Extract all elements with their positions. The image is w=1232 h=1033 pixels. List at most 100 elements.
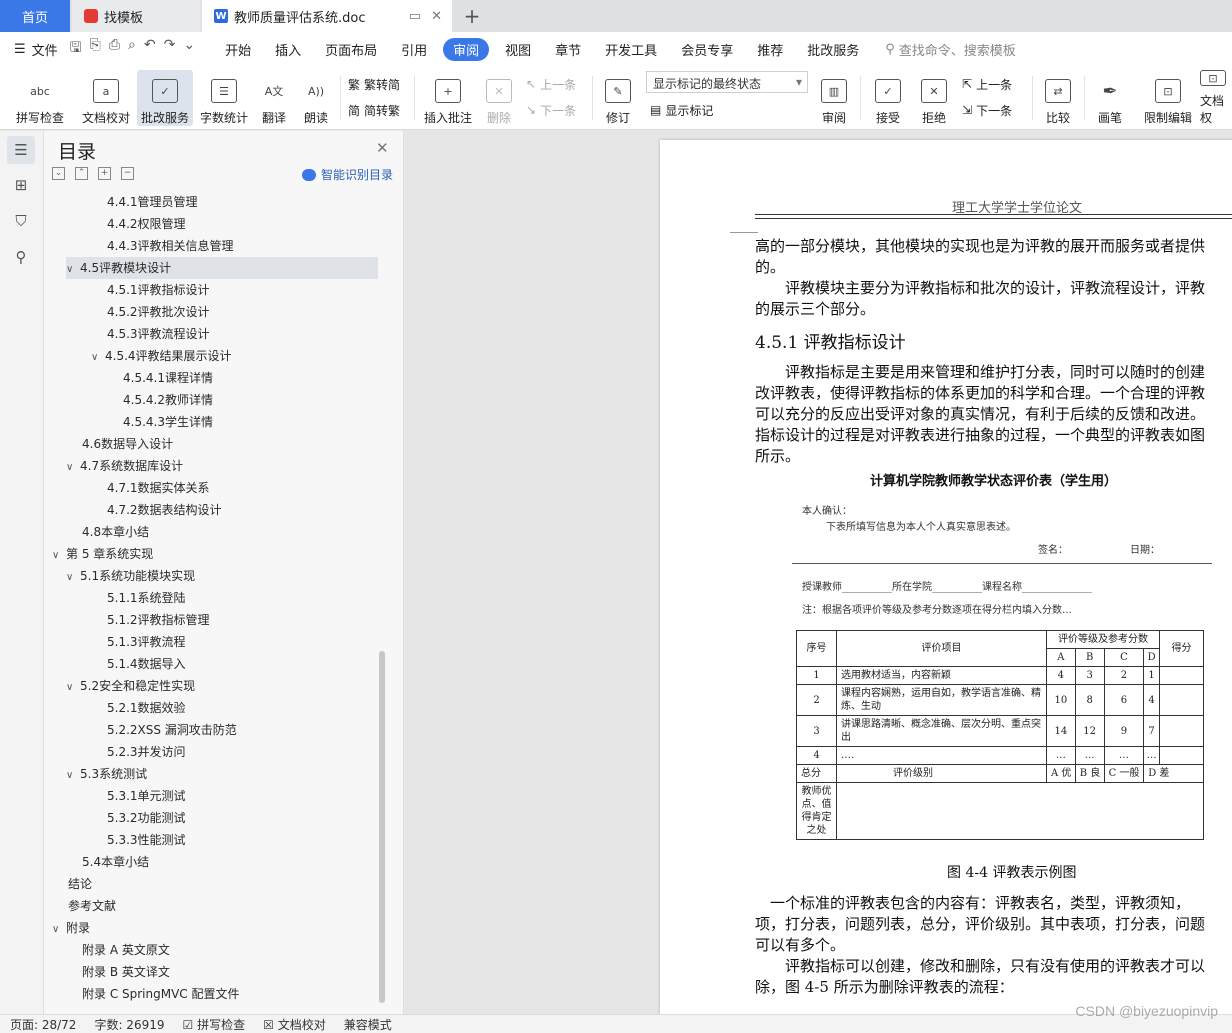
toc-item[interactable]: 4.4.1管理员管理 xyxy=(107,191,198,213)
toc-item[interactable]: 4.5.3评教流程设计 xyxy=(107,323,210,345)
toc-item[interactable]: 5.3.2功能测试 xyxy=(107,807,186,829)
close-tab-icon[interactable]: ✕ xyxy=(431,9,442,24)
review-pane-button[interactable]: ▥ 审阅 xyxy=(814,70,854,126)
menu-references[interactable]: 引用 xyxy=(401,40,427,59)
compare-button[interactable]: ⇄ 比较 xyxy=(1038,70,1078,126)
toc-item[interactable]: ∨ 4.7系统数据库设计 xyxy=(66,455,183,477)
toc-item[interactable]: 4.7.1数据实体关系 xyxy=(107,477,210,499)
collapse-icon[interactable]: ⌄ xyxy=(52,167,65,180)
toc-item[interactable]: 4.8本章小结 xyxy=(82,521,149,543)
toc-item[interactable]: ∨ 第 5 章系统实现 xyxy=(52,543,153,565)
tab-home[interactable]: 首页 xyxy=(0,0,70,32)
spellcheck-button[interactable]: abc 拼写检查 xyxy=(8,70,72,126)
show-marks-button[interactable]: ▤ 显示标记 xyxy=(650,100,713,120)
chevron-down-icon[interactable]: ∨ xyxy=(52,545,66,567)
toc-item[interactable]: 5.3.3性能测试 xyxy=(107,829,186,851)
menu-chapter[interactable]: 章节 xyxy=(555,40,581,59)
menu-view[interactable]: 视图 xyxy=(505,40,531,59)
expand-icon[interactable]: ⌃ xyxy=(75,167,88,180)
toc-item[interactable]: ∨ 5.1系统功能模块实现 xyxy=(66,565,195,587)
print-preview-icon[interactable]: ⌕ xyxy=(128,37,136,61)
toc-item[interactable]: 结论 xyxy=(68,873,92,895)
menu-correction-service[interactable]: 批改服务 xyxy=(807,40,859,59)
prev-change-button[interactable]: ⇱ 上一条 xyxy=(962,74,1012,94)
toc-scrollbar[interactable] xyxy=(379,651,385,1003)
accept-button[interactable]: ✓ 接受 xyxy=(868,70,908,126)
tab-find-template[interactable]: 找模板 xyxy=(72,0,200,32)
toc-item[interactable]: 5.2.3并发访问 xyxy=(107,741,186,763)
toc-item[interactable]: 5.2.2XSS 漏洞攻击防范 xyxy=(107,719,237,741)
display-state-select[interactable]: 显示标记的最终状态 xyxy=(646,71,808,93)
print-icon[interactable]: ⎙ xyxy=(109,37,120,61)
toc-item[interactable]: 参考文献 xyxy=(68,895,116,917)
track-changes-button[interactable]: ✎ 修订 xyxy=(598,70,638,126)
toc-item[interactable]: 4.4.3评教相关信息管理 xyxy=(107,235,234,257)
next-change-button[interactable]: ⇲ 下一条 xyxy=(962,100,1012,120)
toc-item[interactable]: 5.1.2评教指标管理 xyxy=(107,609,210,631)
export-icon[interactable]: ⎘ xyxy=(90,37,101,61)
find-icon[interactable]: ⚲ xyxy=(7,243,35,271)
toc-item[interactable]: 4.4.2权限管理 xyxy=(107,213,186,235)
chevron-down-icon[interactable]: ∨ xyxy=(66,259,80,281)
doc-proof-button[interactable]: a 文档校对 xyxy=(78,70,134,126)
chevron-down-icon[interactable]: ∨ xyxy=(66,457,80,479)
toc-panel-icon[interactable]: ☰ xyxy=(7,136,35,164)
toc-item[interactable]: ∨ 5.3系统测试 xyxy=(66,763,147,785)
save-icon[interactable]: 🖫 xyxy=(70,37,82,61)
reject-button[interactable]: ✕ 拒绝 xyxy=(914,70,954,126)
customize-toolbar-icon[interactable]: ⌄ xyxy=(183,37,195,61)
undo-icon[interactable]: ↶ xyxy=(144,37,156,61)
chapter-nav-icon[interactable]: ⊞ xyxy=(7,171,35,199)
doc-permission-button[interactable]: ⊡ 文档权 xyxy=(1200,70,1232,126)
toc-item[interactable]: 附录 C SpringMVC 配置文件 xyxy=(82,983,240,1005)
remove-heading-icon[interactable]: − xyxy=(121,167,134,180)
doc-proof-status[interactable]: ☒ 文档校对 xyxy=(263,1016,326,1033)
smart-toc-button[interactable]: 智能识别目录 xyxy=(302,166,393,183)
toc-item[interactable]: 4.5.4.3学生详情 xyxy=(123,411,213,433)
toc-item[interactable]: ∨ 4.5.4评教结果展示设计 xyxy=(91,345,232,367)
read-aloud-button[interactable]: A)) 朗读 xyxy=(298,70,334,126)
chevron-down-icon[interactable]: ∨ xyxy=(52,919,66,941)
toc-item[interactable]: 附录 B 英文译文 xyxy=(82,961,170,983)
menu-insert[interactable]: 插入 xyxy=(275,40,301,59)
chevron-down-icon[interactable]: ∨ xyxy=(66,567,80,589)
toc-item[interactable]: 5.4本章小结 xyxy=(82,851,149,873)
toc-item[interactable]: 5.2.1数据效验 xyxy=(107,697,186,719)
new-tab-button[interactable]: + xyxy=(458,0,486,32)
toc-item[interactable]: 4.5.4.1课程详情 xyxy=(123,367,213,389)
chevron-down-icon[interactable]: ∨ xyxy=(91,347,105,369)
menu-start[interactable]: 开始 xyxy=(225,40,251,59)
toc-item[interactable]: 5.1.3评教流程 xyxy=(107,631,186,653)
add-heading-icon[interactable]: + xyxy=(98,167,111,180)
toc-item[interactable]: 4.5.1评教指标设计 xyxy=(107,279,210,301)
toc-item[interactable]: 附录 A 英文原文 xyxy=(82,939,170,961)
prev-comment-button[interactable]: ↖ 上一条 xyxy=(526,74,576,94)
tab-document[interactable]: W 教师质量评估系统.doc ▭ ✕ xyxy=(202,0,452,32)
restrict-editing-button[interactable]: ⊡ 限制编辑 xyxy=(1140,70,1196,126)
redo-icon[interactable]: ↷ xyxy=(164,37,176,61)
toc-item[interactable]: 4.6数据导入设计 xyxy=(82,433,173,455)
menu-member[interactable]: 会员专享 xyxy=(681,40,733,59)
bookmark-icon[interactable]: ⛉ xyxy=(7,207,35,235)
restore-window-icon[interactable]: ▭ xyxy=(409,9,421,24)
command-search[interactable]: ⚲ 查找命令、搜索模板 xyxy=(885,40,1016,59)
chevron-down-icon[interactable]: ∨ xyxy=(66,677,80,699)
menu-developer[interactable]: 开发工具 xyxy=(605,40,657,59)
toc-item[interactable]: 5.1.4数据导入 xyxy=(107,653,186,675)
chevron-down-icon[interactable]: ∨ xyxy=(66,765,80,787)
toc-item[interactable]: 5.1.1系统登陆 xyxy=(107,587,186,609)
word-count-button[interactable]: ☰ 字数统计 xyxy=(197,70,251,126)
toc-item[interactable]: ∨ 5.2安全和稳定性实现 xyxy=(66,675,195,697)
menu-recommend[interactable]: 推荐 xyxy=(757,40,783,59)
spellcheck-status[interactable]: ☑ 拼写检查 xyxy=(183,1016,246,1033)
simp-to-trad-button[interactable]: 简简转繁 xyxy=(348,100,400,120)
translate-button[interactable]: A文 翻译 xyxy=(254,70,294,126)
delete-comment-button[interactable]: ✕ 删除 xyxy=(480,70,518,126)
page-count[interactable]: 页面: 28/72 xyxy=(10,1016,76,1033)
toc-item[interactable]: 5.3.1单元测试 xyxy=(107,785,186,807)
menu-page-layout[interactable]: 页面布局 xyxy=(325,40,377,59)
toc-item[interactable]: 4.5.4.2教师详情 xyxy=(123,389,213,411)
trad-to-simp-button[interactable]: 繁繁转简 xyxy=(348,74,400,94)
toc-item[interactable]: ∨ 附录 xyxy=(52,917,90,939)
insert-comment-button[interactable]: + 插入批注 xyxy=(420,70,476,126)
